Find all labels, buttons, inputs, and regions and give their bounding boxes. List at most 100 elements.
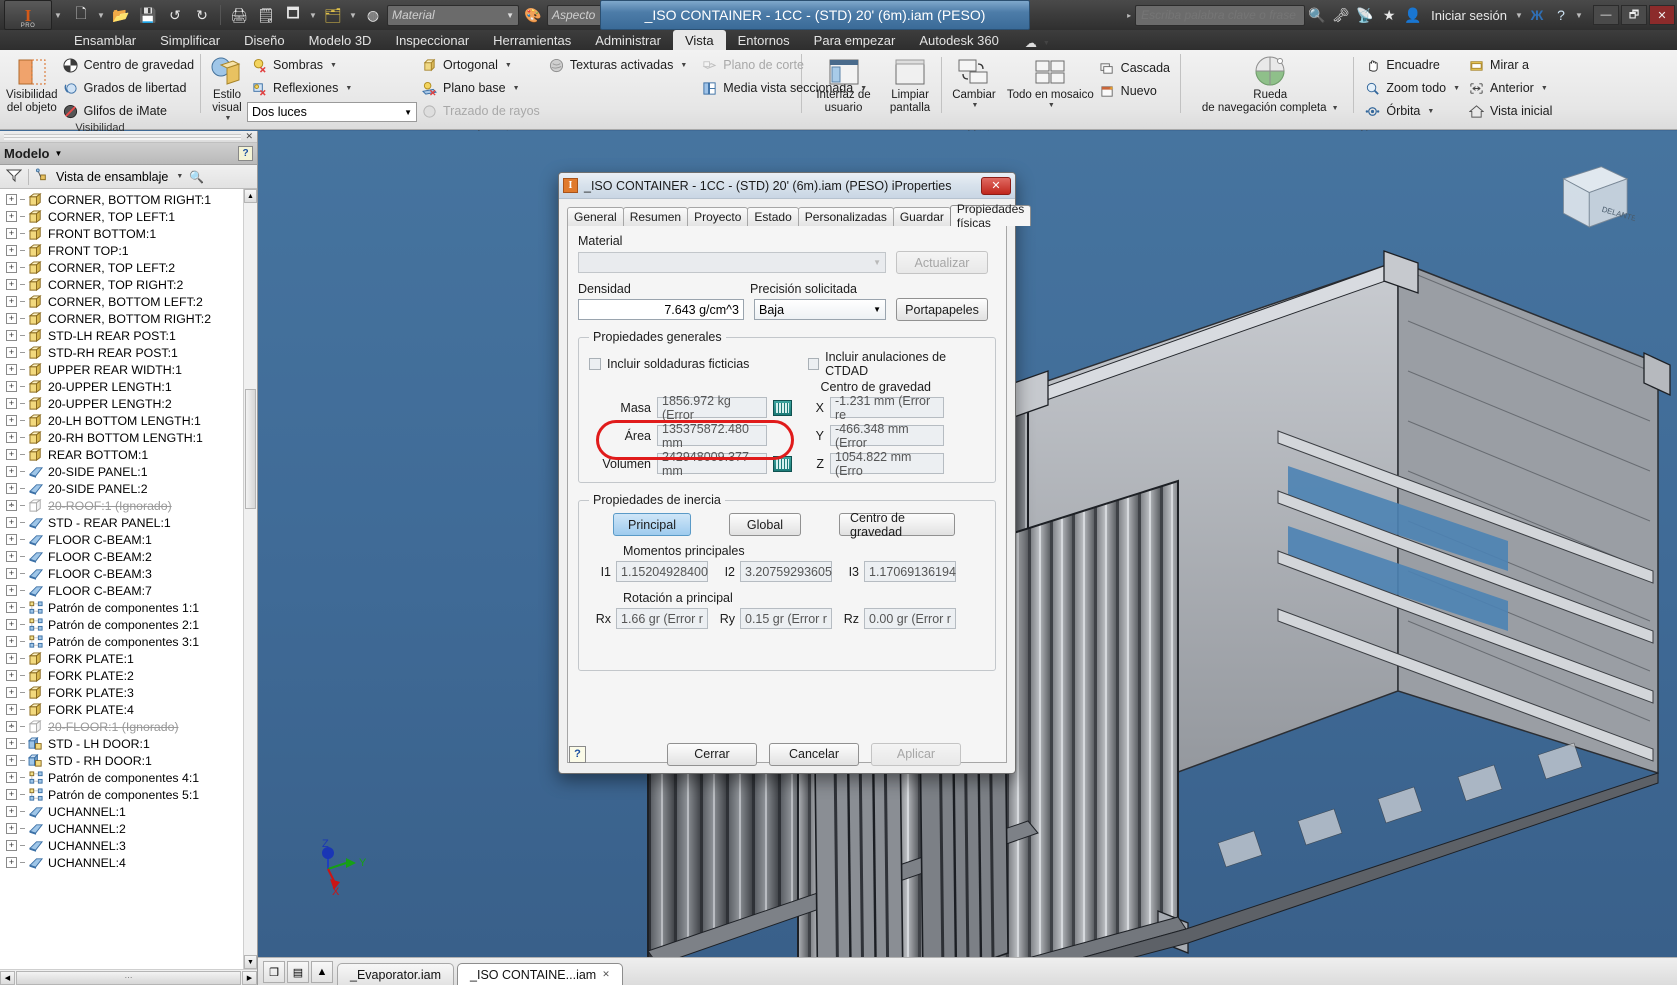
expand-icon[interactable]: + (6, 211, 17, 222)
close-icon[interactable]: ✕ (602, 969, 610, 980)
chevron-down-icon[interactable]: ▼ (55, 149, 63, 158)
model-tree-item[interactable]: + Patrón de componentes 3:1 (0, 633, 257, 650)
center-of-gravity-button[interactable]: Centro de gravedad (58, 54, 199, 76)
expand-icon[interactable]: + (6, 840, 17, 851)
expand-icon[interactable]: + (6, 568, 17, 579)
shadows-button[interactable]: Sombras ▼ (247, 54, 417, 76)
model-tree-item[interactable]: + FORK PLATE:3 (0, 684, 257, 701)
expand-icon[interactable]: + (6, 466, 17, 477)
dialog-help-button[interactable]: ? (569, 745, 586, 763)
title-overflow-icon[interactable]: ▸ (1123, 3, 1135, 27)
model-tree-item[interactable]: +20-UPPER LENGTH:2 (0, 395, 257, 412)
volume-calculator-icon[interactable] (773, 455, 792, 472)
expand-icon[interactable]: + (6, 245, 17, 256)
help-icon[interactable]: ? (238, 146, 253, 161)
model-tree-item[interactable]: + UCHANNEL:1 (0, 803, 257, 820)
redo-icon[interactable]: ↻ (189, 3, 215, 27)
center-of-gravity-button-dialog[interactable]: Centro de gravedad (839, 511, 955, 539)
imate-glyphs-button[interactable]: Glifos de iMate (58, 100, 199, 122)
select-priority-icon[interactable]: 🗂 (320, 3, 346, 27)
application-menu-button[interactable]: I PRO (4, 0, 52, 30)
model-tree-item[interactable]: + UCHANNEL:3 (0, 837, 257, 854)
help-caret-icon[interactable]: ▼ (1573, 3, 1585, 27)
sign-in-caret-icon[interactable]: ▼ (1513, 3, 1525, 27)
close-icon[interactable]: ✕ (245, 131, 253, 142)
ribbon-tab-ensamblar[interactable]: Ensamblar (62, 30, 148, 50)
model-tree-item[interactable]: + CORNER, BOTTOM RIGHT:2 (0, 310, 257, 327)
orbit-button[interactable]: Órbita ▼ (1360, 100, 1464, 122)
ribbon-tab-entornos[interactable]: Entornos (726, 30, 802, 50)
expand-icon[interactable]: + (6, 738, 17, 749)
model-tree-item[interactable]: + CORNER, BOTTOM RIGHT:1 (0, 191, 257, 208)
scroll-right-icon[interactable]: ▶ (242, 970, 257, 985)
tab-estado[interactable]: Estado (747, 207, 799, 226)
model-tree-horizontal-scrollbar[interactable]: ◀ ⋯ ▶ (0, 969, 257, 985)
expand-icon[interactable]: + (6, 653, 17, 664)
model-tree-item[interactable]: +20-RH BOTTOM LENGTH:1 (0, 429, 257, 446)
scroll-up-icon[interactable]: ▲ (244, 189, 257, 203)
model-tree-item[interactable]: + CORNER, TOP RIGHT:2 (0, 276, 257, 293)
expand-icon[interactable]: + (6, 517, 17, 528)
model-tree-item[interactable]: +20-ROOF:1 (Ignorado) (0, 497, 257, 514)
expand-icon[interactable]: + (6, 704, 17, 715)
model-tree-item[interactable]: + Patrón de componentes 5:1 (0, 786, 257, 803)
expand-icon[interactable]: + (6, 432, 17, 443)
expand-icon[interactable]: + (6, 636, 17, 647)
model-tree-item[interactable]: + FLOOR C-BEAM:2 (0, 548, 257, 565)
ribbon-tab-administrar[interactable]: Administrar (583, 30, 673, 50)
star-icon[interactable]: ★ (1377, 3, 1401, 27)
hscrollbar-thumb[interactable]: ⋯ (16, 970, 241, 985)
navigation-wheel-button[interactable]: Rueda de navegación completa ▼ (1187, 53, 1353, 117)
appearance-sphere-icon[interactable]: ◍ (360, 3, 386, 27)
include-welds-checkbox[interactable] (589, 358, 601, 370)
print-icon[interactable]: 🖨 (226, 3, 252, 27)
tab-guardar[interactable]: Guardar (892, 207, 951, 226)
expand-icon[interactable]: + (6, 279, 17, 290)
cascade-windows-icon[interactable]: ❐ (263, 961, 285, 983)
tab-propiedades-fisicas[interactable]: Propiedades físicas (949, 202, 1032, 230)
tile-windows-icon[interactable]: ▤ (287, 961, 309, 983)
iproperties-dialog[interactable]: I _ISO CONTAINER - 1CC - (STD) 20' (6m).… (558, 172, 1032, 774)
ground-plane-button[interactable]: Plano base ▼ (417, 77, 544, 99)
dialog-title-bar[interactable]: I _ISO CONTAINER - 1CC - (STD) 20' (6m).… (559, 173, 1015, 199)
expand-icon[interactable]: + (6, 721, 17, 732)
sign-in-button[interactable]: Iniciar sesión (1425, 8, 1513, 23)
model-tree-item[interactable]: + UPPER REAR WIDTH:1 (0, 361, 257, 378)
clipboard-button[interactable]: Portapapeles (896, 298, 988, 321)
key-icon[interactable]: 🗝 (1329, 3, 1353, 27)
model-tree-item[interactable]: + FORK PLATE:4 (0, 701, 257, 718)
restore-button[interactable]: 🗗 (1621, 5, 1647, 25)
model-tree-item[interactable]: + UCHANNEL:4 (0, 854, 257, 871)
expand-icon[interactable]: + (6, 415, 17, 426)
doc-tab-iso-container[interactable]: _ISO CONTAINE...iam ✕ (457, 963, 623, 985)
expand-icon[interactable]: + (6, 381, 17, 392)
model-tree-item[interactable]: +20-SIDE PANEL:2 (0, 480, 257, 497)
binoculars-icon[interactable]: 🔍 (1305, 3, 1329, 27)
model-tree-item[interactable]: + FLOOR C-BEAM:3 (0, 565, 257, 582)
expand-icon[interactable]: + (6, 789, 17, 800)
density-input[interactable]: 7.643 g/cm^3 (578, 299, 744, 320)
ribbon-tab-herramientas[interactable]: Herramientas (481, 30, 583, 50)
cancelar-button[interactable]: Cancelar (769, 742, 859, 766)
help-icon[interactable]: ? (1549, 3, 1573, 27)
expand-icon[interactable]: + (6, 500, 17, 511)
object-visibility-button[interactable]: Visibilidad del objeto (6, 53, 58, 117)
doc-tab-evaporator[interactable]: _Evaporator.iam (337, 963, 455, 985)
new-window-button[interactable]: ✦ Nuevo (1095, 80, 1174, 102)
search-input[interactable] (1135, 4, 1306, 26)
update-icon[interactable]: 🗖 (280, 3, 306, 27)
expand-icon[interactable]: + (6, 670, 17, 681)
home-view-button[interactable]: Vista inicial (1464, 100, 1575, 122)
open-folder-icon[interactable]: 📂 (108, 3, 134, 27)
ribbon-tab-modelo-3d[interactable]: Modelo 3D (297, 30, 384, 50)
switch-windows-button[interactable]: Cambiar ▼ (942, 53, 1006, 112)
expand-icon[interactable]: + (6, 398, 17, 409)
new-file-caret-icon[interactable]: ▼ (95, 3, 107, 27)
ribbon-tab-autodesk-360[interactable]: Autodesk 360 (907, 30, 1011, 50)
model-tree-item[interactable]: +20-UPPER LENGTH:1 (0, 378, 257, 395)
model-tree-item[interactable]: + CORNER, TOP LEFT:2 (0, 259, 257, 276)
tab-general[interactable]: General (567, 207, 624, 226)
model-tree[interactable]: + CORNER, BOTTOM RIGHT:1 + CORNER, TOP LEFT… (0, 189, 257, 969)
model-tree-item[interactable]: + STD - REAR PANEL:1 (0, 514, 257, 531)
model-tree-item[interactable]: + Patrón de componentes 4:1 (0, 769, 257, 786)
